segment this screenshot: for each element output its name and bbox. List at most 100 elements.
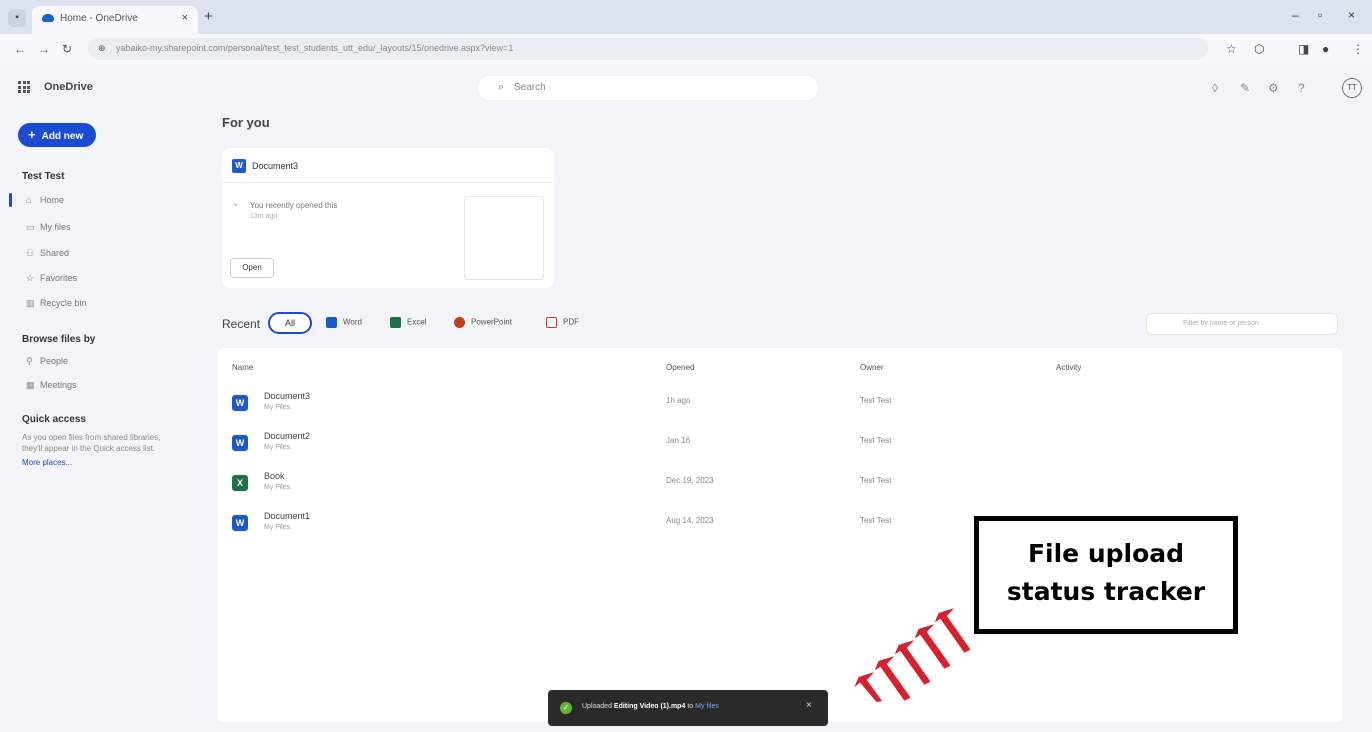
excel-icon <box>390 317 401 328</box>
maximize-icon[interactable]: ▫ <box>1318 8 1322 22</box>
plus-icon: + <box>28 127 36 142</box>
folder-icon: ▭ <box>26 222 35 232</box>
filter-placeholder: Filter by name or person <box>1183 320 1259 327</box>
tab-title: Home - OneDrive <box>60 13 138 24</box>
file-thumbnail[interactable] <box>464 196 544 280</box>
share-icon[interactable]: ◊ <box>1212 81 1218 95</box>
card-divider <box>222 182 554 183</box>
recommended-file-card[interactable]: W Document3 ◔ You recently opened this 1… <box>222 148 554 288</box>
sidebar-user-name: Test Test <box>22 171 65 182</box>
new-tab-icon[interactable]: + <box>204 8 213 25</box>
brush-icon[interactable]: ✎ <box>1240 81 1250 95</box>
search-box[interactable]: ⌕ Search <box>478 76 818 100</box>
annotation-callout: File upload status tracker <box>974 516 1238 634</box>
toast-close-icon[interactable]: × <box>806 700 812 711</box>
upload-status-toast: ✓ Uploaded Editing Video (1).mp4 to My f… <box>548 690 828 726</box>
pointer-chevrons-icon <box>849 605 974 704</box>
column-header-opened[interactable]: Opened <box>666 363 694 372</box>
add-new-button[interactable]: + Add new <box>18 123 96 147</box>
file-opened: Jan 16 <box>666 436 691 445</box>
column-header-name[interactable]: Name <box>232 363 253 372</box>
sidebar-item-favorites[interactable]: ☆ Favorites <box>26 273 77 284</box>
success-check-icon: ✓ <box>560 702 572 714</box>
help-icon[interactable]: ? <box>1298 81 1305 95</box>
word-file-icon: W <box>232 159 246 173</box>
browser-tab-bar: ▪ Home - OneDrive × + – ▫ × <box>0 0 1372 34</box>
tab-close-icon[interactable]: × <box>182 12 188 24</box>
add-new-label: Add new <box>41 131 84 142</box>
uploaded-file-name: Editing Video (1).mp4 <box>613 703 686 710</box>
back-icon[interactable]: ← <box>14 42 26 56</box>
word-file-icon: W <box>232 395 248 411</box>
browser-tab-onedrive[interactable]: Home - OneDrive × <box>32 6 198 34</box>
sidebar-item-people[interactable]: ⚲ People <box>26 356 68 367</box>
file-name[interactable]: Document1 <box>264 511 310 521</box>
site-info-icon[interactable]: ⊕ <box>98 43 106 54</box>
filter-chip-pdf[interactable]: PDF <box>546 317 579 328</box>
shared-people-icon: ⚇ <box>26 248 35 258</box>
active-indicator <box>9 193 12 207</box>
card-file-name[interactable]: Document3 <box>252 161 298 171</box>
trash-icon: ▥ <box>26 298 35 308</box>
recent-heading: Recent <box>222 317 261 331</box>
app-launcher-icon[interactable] <box>18 81 30 93</box>
onedrive-header: OneDrive ⌕ Search ◊ ✎ ⚙ ? TT <box>0 64 1372 112</box>
profile-icon[interactable]: ● <box>1322 42 1329 56</box>
filter-chip-all[interactable]: All <box>268 312 312 334</box>
word-icon <box>326 317 337 328</box>
sidebar-item-my-files[interactable]: ▭ My files <box>26 222 71 233</box>
quick-access-description: As you open files from shared libraries,… <box>22 433 161 453</box>
search-icon: ⌕ <box>498 81 505 93</box>
callout-line-2: status tracker <box>1006 577 1206 606</box>
extensions-icon[interactable]: ⬡ <box>1254 42 1264 56</box>
table-row[interactable]: W Document3 My Files 1h ago Test Test <box>218 384 1342 424</box>
search-placeholder: Search <box>514 82 546 93</box>
filter-chip-powerpoint[interactable]: PowerPoint <box>454 317 512 328</box>
file-name[interactable]: Document2 <box>264 431 310 441</box>
file-owner: Test Test <box>860 476 892 485</box>
window-close-icon[interactable]: × <box>1348 8 1355 22</box>
file-owner: Test Test <box>860 516 892 525</box>
sidebar-item-home[interactable]: ⌂ Home <box>26 195 64 205</box>
file-opened: Dec 19, 2023 <box>666 476 714 485</box>
bookmark-star-icon[interactable]: ☆ <box>1226 42 1237 56</box>
filter-chip-excel[interactable]: Excel <box>390 317 427 328</box>
file-location: My Files <box>264 484 291 491</box>
more-places-link[interactable]: More places... <box>22 458 72 467</box>
table-row[interactable]: W Document2 My Files Jan 16 Test Test <box>218 424 1342 464</box>
calendar-icon: ▦ <box>26 380 35 390</box>
file-name[interactable]: Book <box>264 471 285 481</box>
destination-link[interactable]: My files <box>695 703 719 710</box>
sidebar-item-recycle-bin[interactable]: ▥ Recycle bin <box>26 298 87 309</box>
card-reason-text: You recently opened this <box>250 201 338 210</box>
table-row[interactable]: X Book My Files Dec 19, 2023 Test Test <box>218 464 1342 504</box>
settings-gear-icon[interactable]: ⚙ <box>1268 81 1279 95</box>
tab-actions-icon[interactable]: ▪ <box>8 9 26 27</box>
for-you-heading: For you <box>222 115 270 130</box>
forward-icon[interactable]: → <box>38 42 50 56</box>
account-avatar[interactable]: TT <box>1342 78 1362 98</box>
reload-icon[interactable]: ↻ <box>62 42 72 56</box>
column-header-activity[interactable]: Activity <box>1056 363 1081 372</box>
file-opened: Aug 14, 2023 <box>666 516 714 525</box>
file-location: My Files <box>264 404 291 411</box>
browser-menu-icon[interactable]: ⋮ <box>1352 42 1364 56</box>
quick-access-heading: Quick access <box>22 414 86 425</box>
callout-line-1: File upload <box>1027 539 1185 568</box>
filter-chip-word[interactable]: Word <box>326 317 362 328</box>
side-panel-icon[interactable]: ◨ <box>1298 42 1309 56</box>
home-icon: ⌂ <box>26 195 32 205</box>
sidebar-item-shared[interactable]: ⚇ Shared <box>26 248 69 259</box>
filter-input[interactable]: Filter by name or person <box>1146 313 1338 335</box>
file-location: My Files <box>264 444 291 451</box>
open-button[interactable]: Open <box>230 258 274 278</box>
app-name[interactable]: OneDrive <box>44 81 93 93</box>
file-name[interactable]: Document3 <box>264 391 310 401</box>
minimize-icon[interactable]: – <box>1292 8 1299 22</box>
file-owner: Test Test <box>860 436 892 445</box>
url-field[interactable]: ⊕ yabaiko-my.sharepoint.com/personal/tes… <box>88 38 1208 60</box>
chevron-arrow <box>849 669 886 704</box>
word-file-icon: W <box>232 515 248 531</box>
sidebar-item-meetings[interactable]: ▦ Meetings <box>26 380 77 391</box>
column-header-owner[interactable]: Owner <box>860 363 884 372</box>
